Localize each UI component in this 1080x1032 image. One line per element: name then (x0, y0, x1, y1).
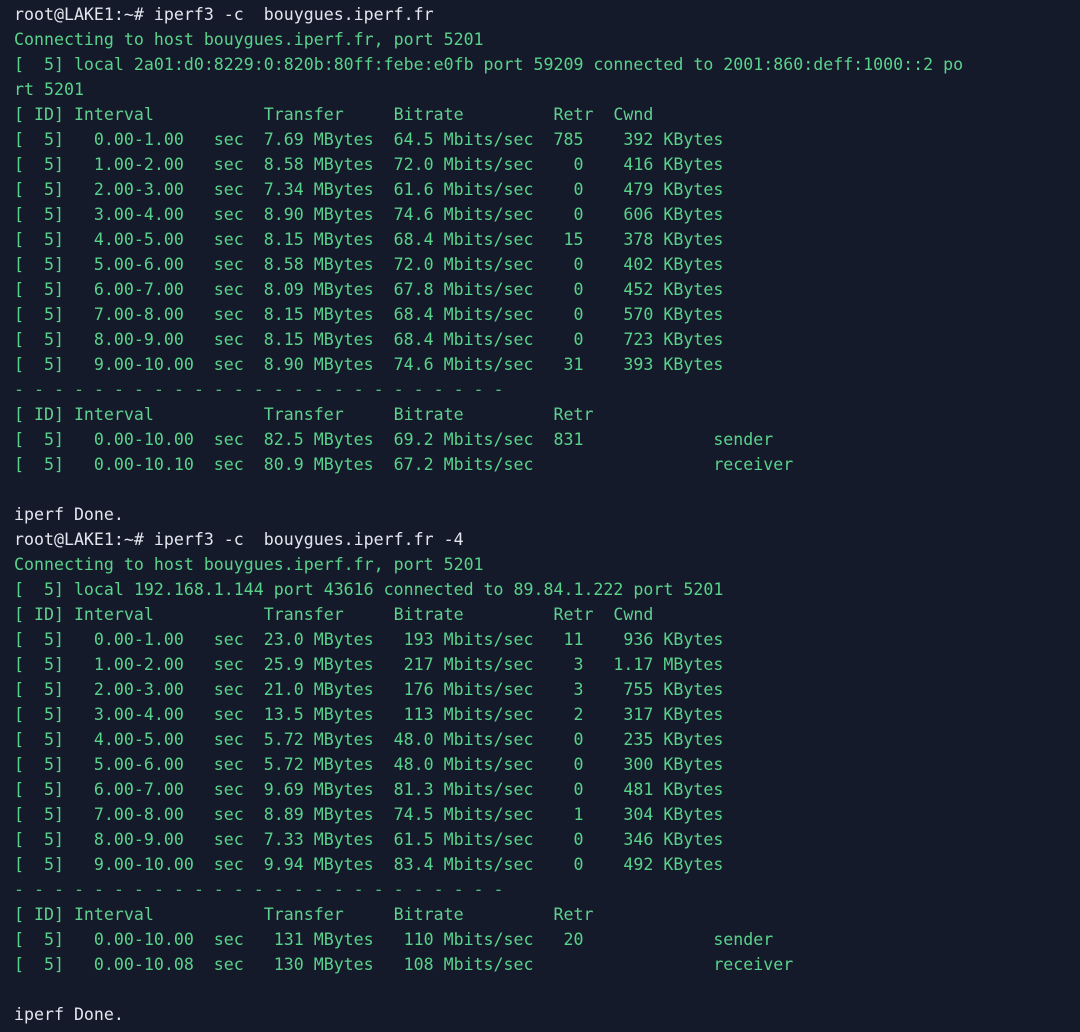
table-row: [ 5] 8.00-9.00 sec 7.33 MBytes 61.5 Mbit… (14, 830, 724, 849)
table-row: [ 5] 7.00-8.00 sec 8.15 MBytes 68.4 Mbit… (14, 305, 724, 324)
table-row: [ 5] 2.00-3.00 sec 7.34 MBytes 61.6 Mbit… (14, 180, 724, 199)
table-row: [ 5] 8.00-9.00 sec 8.15 MBytes 68.4 Mbit… (14, 330, 724, 349)
table-row: [ 5] 7.00-8.00 sec 8.89 MBytes 74.5 Mbit… (14, 805, 724, 824)
table-header-row: [ ID] Interval Transfer Bitrate Retr (14, 405, 594, 424)
table-header-row: [ ID] Interval Transfer Bitrate Retr Cwn… (14, 605, 654, 624)
terminal-output: root@LAKE1:~# iperf3 -c bouygues.iperf.f… (14, 2, 1080, 1032)
table-row: [ 5] 1.00-2.00 sec 25.9 MBytes 217 Mbits… (14, 655, 724, 674)
table-row: [ 5] 9.00-10.00 sec 8.90 MBytes 74.6 Mbi… (14, 355, 724, 374)
table-row: [ 5] 3.00-4.00 sec 8.90 MBytes 74.6 Mbit… (14, 205, 724, 224)
table-row: [ 5] 5.00-6.00 sec 8.58 MBytes 72.0 Mbit… (14, 255, 724, 274)
status-line: iperf Done. (14, 1005, 124, 1024)
table-header-row: [ ID] Interval Transfer Bitrate Retr (14, 905, 594, 924)
table-row: [ 5] 3.00-4.00 sec 13.5 MBytes 113 Mbits… (14, 705, 724, 724)
info-line: Connecting to host bouygues.iperf.fr, po… (14, 555, 484, 574)
command-prompt-line: root@LAKE1:~# iperf3 -c bouygues.iperf.f… (14, 530, 464, 549)
table-row: [ 5] 0.00-10.08 sec 130 MBytes 108 Mbits… (14, 955, 794, 974)
table-row: [ 5] 5.00-6.00 sec 5.72 MBytes 48.0 Mbit… (14, 755, 724, 774)
info-line: Connecting to host bouygues.iperf.fr, po… (14, 30, 484, 49)
info-line: rt 5201 (14, 80, 84, 99)
table-row: [ 5] 0.00-10.10 sec 80.9 MBytes 67.2 Mbi… (14, 455, 794, 474)
separator-line: - - - - - - - - - - - - - - - - - - - - … (14, 880, 504, 899)
table-row: [ 5] 6.00-7.00 sec 8.09 MBytes 67.8 Mbit… (14, 280, 724, 299)
table-row: [ 5] 4.00-5.00 sec 5.72 MBytes 48.0 Mbit… (14, 730, 724, 749)
table-row: [ 5] 0.00-1.00 sec 23.0 MBytes 193 Mbits… (14, 630, 724, 649)
table-row: [ 5] 4.00-5.00 sec 8.15 MBytes 68.4 Mbit… (14, 230, 724, 249)
status-line: iperf Done. (14, 505, 124, 524)
table-row: [ 5] 1.00-2.00 sec 8.58 MBytes 72.0 Mbit… (14, 155, 724, 174)
table-row: [ 5] 9.00-10.00 sec 9.94 MBytes 83.4 Mbi… (14, 855, 724, 874)
terminal-window[interactable]: root@LAKE1:~# iperf3 -c bouygues.iperf.f… (0, 0, 1080, 1032)
command-prompt-line: root@LAKE1:~# iperf3 -c bouygues.iperf.f… (14, 5, 434, 24)
table-row: [ 5] 2.00-3.00 sec 21.0 MBytes 176 Mbits… (14, 680, 724, 699)
table-row: [ 5] 6.00-7.00 sec 9.69 MBytes 81.3 Mbit… (14, 780, 724, 799)
table-row: [ 5] 0.00-10.00 sec 82.5 MBytes 69.2 Mbi… (14, 430, 774, 449)
cursor-line (14, 1027, 1080, 1032)
info-line: [ 5] local 2a01:d0:8229:0:820b:80ff:febe… (14, 55, 964, 74)
table-header-row: [ ID] Interval Transfer Bitrate Retr Cwn… (14, 105, 654, 124)
separator-line: - - - - - - - - - - - - - - - - - - - - … (14, 380, 504, 399)
table-row: [ 5] 0.00-10.00 sec 131 MBytes 110 Mbits… (14, 930, 774, 949)
table-row: [ 5] 0.00-1.00 sec 7.69 MBytes 64.5 Mbit… (14, 130, 724, 149)
info-line: [ 5] local 192.168.1.144 port 43616 conn… (14, 580, 724, 599)
